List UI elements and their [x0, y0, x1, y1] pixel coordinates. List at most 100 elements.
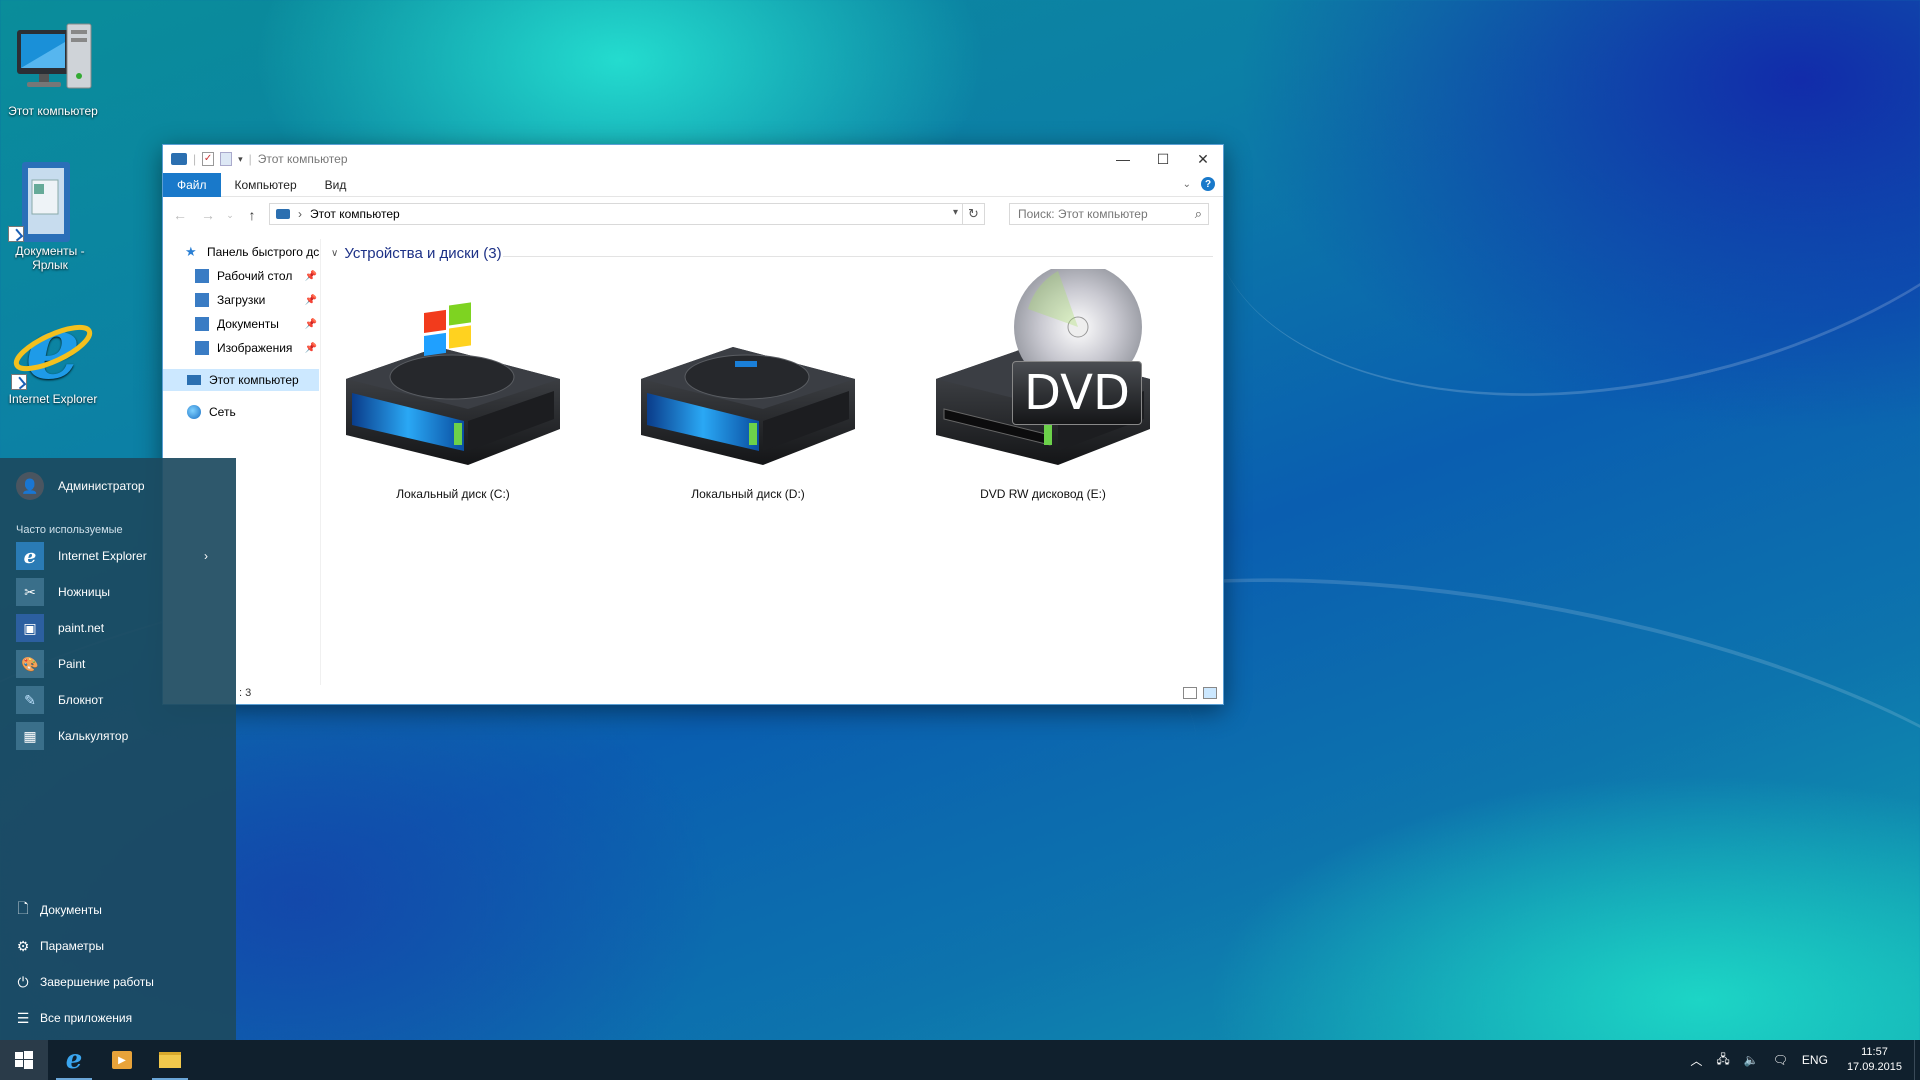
- group-divider: [503, 256, 1213, 257]
- taskbar-media-player[interactable]: ▶: [98, 1040, 146, 1080]
- chevron-up-icon[interactable]: ︿: [1683, 1052, 1709, 1069]
- start-menu: 👤 Администратор Часто используемые e Int…: [0, 458, 236, 1040]
- app-label: Блокнот: [58, 693, 104, 707]
- desktop-icon-this-pc[interactable]: Этот компьютер: [7, 18, 99, 118]
- taskbar-internet-explorer[interactable]: e: [50, 1040, 98, 1080]
- desktop-icon-label: Internet Explorer: [8, 392, 98, 406]
- breadcrumb-this-pc[interactable]: Этот компьютер: [310, 207, 400, 221]
- up-button[interactable]: ↑: [241, 207, 263, 223]
- user-account[interactable]: 👤 Администратор: [0, 468, 236, 504]
- network-icon[interactable]: 🖧: [1709, 1050, 1736, 1071]
- start-settings[interactable]: ⚙ Параметры: [0, 928, 236, 964]
- language-indicator[interactable]: ENG: [1795, 1053, 1835, 1067]
- nav-item-downloads[interactable]: Загрузки 📌: [195, 289, 321, 311]
- internet-explorer-icon: e: [16, 542, 44, 570]
- app-label: Internet Explorer: [58, 549, 147, 563]
- refresh-button[interactable]: ↻: [962, 204, 984, 224]
- shortcut-arrow-icon: [11, 374, 27, 390]
- app-snipping-tool[interactable]: ✂ Ножницы: [0, 574, 236, 610]
- details-view-icon[interactable]: [1183, 687, 1197, 699]
- media-player-icon: ▶: [112, 1051, 132, 1069]
- explorer-window[interactable]: | ✓ ▾ | Этот компьютер — ☐ ✕ Файл Компью…: [162, 144, 1224, 705]
- volume-icon[interactable]: 🔈: [1737, 1053, 1766, 1067]
- action-center-icon[interactable]: 🗨: [1766, 1053, 1795, 1067]
- properties-icon[interactable]: ✓: [202, 152, 215, 166]
- scissors-icon: ✂: [16, 578, 44, 606]
- calculator-icon: ▦: [16, 722, 44, 750]
- group-title: Устройства и диски (3): [344, 245, 502, 262]
- search-input[interactable]: Поиск: Этот компьютер ⌕: [1009, 203, 1209, 225]
- folder-icon: [159, 1052, 181, 1068]
- desktop-icon-label: Документы - Ярлык: [15, 244, 85, 272]
- star-icon: ★: [185, 244, 197, 259]
- show-desktop-button[interactable]: [1914, 1040, 1920, 1080]
- new-folder-icon[interactable]: [220, 152, 233, 166]
- start-all-apps[interactable]: ☰ Все приложения: [0, 1000, 236, 1036]
- drive-label: Локальный диск (D:): [691, 487, 805, 501]
- desktop-icon-documents-shortcut[interactable]: Документы - Ярлык: [4, 158, 96, 272]
- app-calculator[interactable]: ▦ Калькулятор: [0, 718, 236, 754]
- minimize-button[interactable]: —: [1103, 145, 1143, 173]
- maximize-button[interactable]: ☐: [1143, 145, 1183, 173]
- app-internet-explorer[interactable]: e Internet Explorer ›: [0, 538, 236, 574]
- shortcut-arrow-icon: [8, 226, 24, 242]
- pin-icon: 📌: [304, 318, 317, 330]
- nav-quick-access[interactable]: ★ Панель быстрого дс: [185, 241, 319, 263]
- content-pane: ∨ Устройства и диски (3) Локальный диск …: [323, 239, 1223, 685]
- group-header[interactable]: ∨ Устройства и диски (3): [331, 245, 502, 262]
- taskbar-file-explorer[interactable]: [146, 1040, 194, 1080]
- desktop-icon-internet-explorer[interactable]: e Internet Explorer: [7, 298, 99, 406]
- start-item-label: Все приложения: [40, 1011, 133, 1025]
- forward-button[interactable]: →: [197, 207, 219, 223]
- start-item-label: Завершение работы: [40, 975, 154, 989]
- chevron-down-icon: ∨: [331, 248, 339, 259]
- start-button[interactable]: [0, 1040, 48, 1080]
- nav-label: Этот компьютер: [209, 373, 299, 387]
- drive-e-dvd[interactable]: DVD DVD RW дисковод (E:): [918, 263, 1168, 501]
- search-icon: ⌕: [1194, 206, 1202, 221]
- drive-label: Локальный диск (C:): [396, 487, 510, 501]
- recent-locations-button[interactable]: ⌄: [225, 210, 235, 221]
- app-label: Paint: [58, 657, 86, 671]
- window-title: Этот компьютер: [257, 152, 348, 166]
- title-bar[interactable]: | ✓ ▾ | Этот компьютер — ☐ ✕: [163, 145, 1223, 173]
- document-icon: 🗋: [17, 900, 29, 916]
- tab-file[interactable]: Файл: [163, 172, 221, 197]
- large-icons-view-icon[interactable]: [1203, 687, 1217, 699]
- app-paint[interactable]: 🎨 Paint: [0, 646, 236, 682]
- start-power[interactable]: ⏻ Завершение работы: [0, 964, 236, 1000]
- expand-ribbon-icon[interactable]: ⌄: [1183, 179, 1191, 190]
- tab-computer[interactable]: Компьютер: [221, 173, 311, 197]
- paint-net-icon: ▣: [16, 614, 44, 642]
- nav-item-network[interactable]: Сеть: [187, 401, 317, 423]
- app-notepad[interactable]: ✎ Блокнот: [0, 682, 236, 718]
- hard-drive-icon: [623, 269, 873, 479]
- app-label: paint.net: [58, 621, 105, 635]
- paint-palette-icon: 🎨: [16, 650, 44, 678]
- back-button[interactable]: ←: [169, 207, 191, 223]
- tab-view[interactable]: Вид: [311, 173, 361, 197]
- help-icon[interactable]: ?: [1201, 177, 1215, 191]
- customize-dropdown-icon[interactable]: ▾: [238, 154, 243, 165]
- nav-item-pictures[interactable]: Изображения 📌: [195, 337, 321, 359]
- chevron-right-icon[interactable]: ›: [204, 549, 208, 563]
- nav-label: Панель быстрого дс: [207, 245, 319, 259]
- app-paint-net[interactable]: ▣ paint.net: [0, 610, 236, 646]
- close-button[interactable]: ✕: [1183, 145, 1223, 173]
- drive-d[interactable]: Локальный диск (D:): [623, 269, 873, 501]
- nav-label: Загрузки: [217, 293, 266, 307]
- nav-item-documents[interactable]: Документы 📌: [195, 313, 321, 335]
- address-bar[interactable]: › Этот компьютер ▾ ↻: [269, 203, 985, 225]
- taskbar: e ▶ ︿ 🖧 🔈 🗨 ENG 11:57 17.09.2015: [0, 1040, 1920, 1080]
- downloads-folder-icon: [195, 293, 209, 307]
- hard-drive-windows-icon: [328, 269, 578, 479]
- start-documents[interactable]: 🗋 Документы: [0, 892, 236, 928]
- pin-icon: 📌: [304, 294, 317, 306]
- drive-c[interactable]: Локальный диск (C:): [328, 269, 578, 501]
- nav-label: Изображения: [217, 341, 293, 355]
- address-dropdown-icon[interactable]: ▾: [953, 207, 958, 218]
- desktop-icon-label: Этот компьютер: [8, 104, 98, 118]
- nav-item-desktop[interactable]: Рабочий стол 📌: [195, 265, 321, 287]
- clock[interactable]: 11:57 17.09.2015: [1835, 1045, 1914, 1075]
- nav-item-this-pc[interactable]: Этот компьютер: [163, 369, 319, 391]
